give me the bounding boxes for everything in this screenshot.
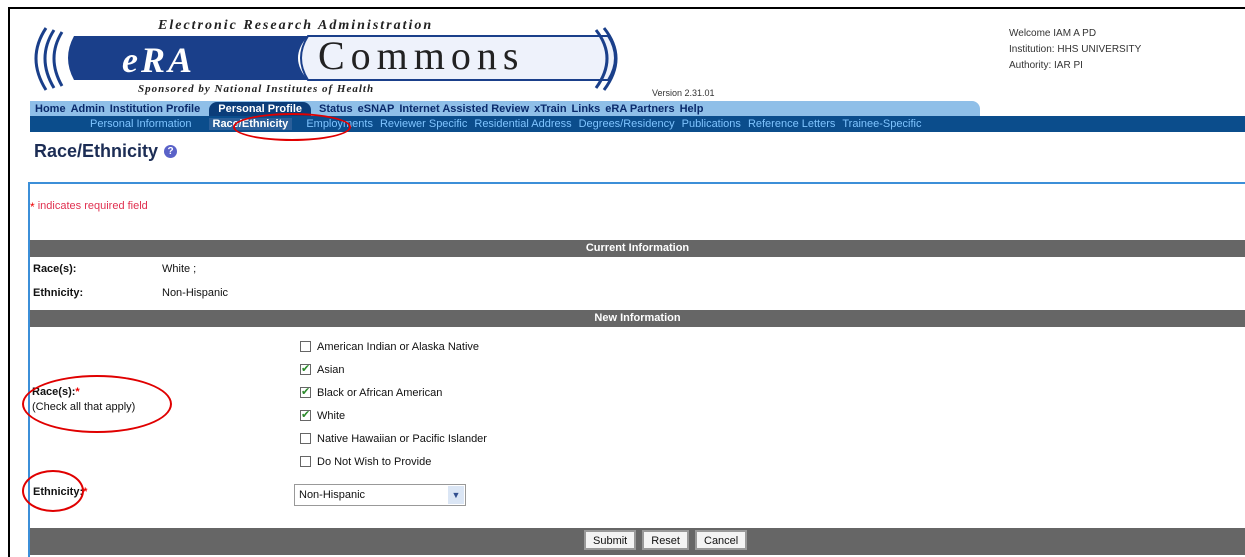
form-container [28,182,1245,557]
race-checkbox-group: American Indian or Alaska Native Asian B… [300,335,487,473]
race-option-label: Do Not Wish to Provide [317,455,432,468]
welcome-text: Welcome IAM A PD [1009,28,1097,39]
chevron-down-icon[interactable]: ▼ [448,486,464,504]
ethnicity-select[interactable]: Non-Hispanic ▼ [294,484,466,506]
help-icon[interactable]: ? [164,145,178,158]
subnav-publications[interactable]: Publications [682,118,741,130]
race-checkbox[interactable] [300,341,311,352]
race-checkbox[interactable] [300,362,311,375]
subnav-degrees-residency[interactable]: Degrees/Residency [579,118,675,130]
subnav-reference-letters[interactable]: Reference Letters [748,118,835,130]
annotation-oval-race [22,375,172,433]
banner-title: Electronic Research Administration [158,18,434,33]
form-buttons: Submit Reset Cancel [584,530,753,550]
page-title: Race/Ethnicity ? [34,141,178,162]
nav-status[interactable]: Status [319,103,353,115]
subnav-residential-address[interactable]: Residential Address [474,118,571,130]
current-info-header: Current Information [30,240,1245,257]
race-option[interactable]: Black or African American [300,381,487,404]
version-label: Version 2.31.01 [652,88,715,98]
new-info-header: New Information [30,310,1245,327]
reset-button[interactable]: Reset [642,530,689,550]
race-option[interactable]: Asian [300,358,487,381]
nav-internet-assisted-review[interactable]: Internet Assisted Review [399,103,529,115]
race-checkbox[interactable] [300,433,311,444]
race-option-label: Native Hawaiian or Pacific Islander [317,432,487,445]
nav-help[interactable]: Help [680,103,704,115]
sub-nav: Personal Information Race/Ethnicity Empl… [90,116,928,132]
commons-logo-text: Commons [318,33,525,78]
main-nav: Home Admin Institution Profile Personal … [35,101,708,116]
nav-admin[interactable]: Admin [71,103,105,115]
required-note-text: indicates required field [37,200,148,212]
annotation-oval-ethnicity [22,470,84,512]
ethnicity-selected-value: Non-Hispanic [299,489,366,501]
page-title-text: Race/Ethnicity [34,141,159,161]
era-commons-banner: Electronic Research Administration eRA C… [18,14,628,96]
nav-institution-profile[interactable]: Institution Profile [110,103,200,115]
subnav-personal-information[interactable]: Personal Information [90,118,192,130]
subnav-reviewer-specific[interactable]: Reviewer Specific [380,118,467,130]
authority-text: Authority: IAR PI [1009,60,1083,71]
race-checkbox[interactable] [300,408,311,421]
race-checkbox[interactable] [300,385,311,398]
current-ethnicity-label: Ethnicity: [33,287,84,299]
race-option[interactable]: White [300,404,487,427]
nav-era-partners[interactable]: eRA Partners [605,103,674,115]
nav-links[interactable]: Links [572,103,601,115]
institution-text: Institution: HHS UNIVERSITY [1009,44,1142,55]
era-logo-text: eRA [122,40,196,80]
current-ethnicity-value: Non-Hispanic [162,287,229,299]
subnav-trainee-specific[interactable]: Trainee-Specific [842,118,921,130]
race-checkbox[interactable] [300,456,311,467]
race-option-label: Asian [317,363,345,376]
race-option[interactable]: American Indian or Alaska Native [300,335,487,358]
nav-esnap[interactable]: eSNAP [358,103,395,115]
required-star: * [30,200,35,214]
required-note: * indicates required field [30,200,148,214]
cancel-button[interactable]: Cancel [695,530,748,550]
race-option-label: White [317,409,346,422]
race-option-label: Black or African American [317,386,443,399]
submit-button[interactable]: Submit [584,530,637,550]
sponsored-text: Sponsored by National Institutes of Heal… [138,83,375,95]
current-race-value: White ; [162,263,197,275]
race-option-label: American Indian or Alaska Native [317,340,480,353]
user-info: Welcome IAM A PD Institution: HHS UNIVER… [1009,26,1141,74]
nav-home[interactable]: Home [35,103,66,115]
annotation-oval-nav [233,113,351,141]
nav-xtrain[interactable]: xTrain [534,103,566,115]
current-race-label: Race(s): [33,263,77,275]
race-option[interactable]: Do Not Wish to Provide [300,450,487,473]
race-option[interactable]: Native Hawaiian or Pacific Islander [300,427,487,450]
